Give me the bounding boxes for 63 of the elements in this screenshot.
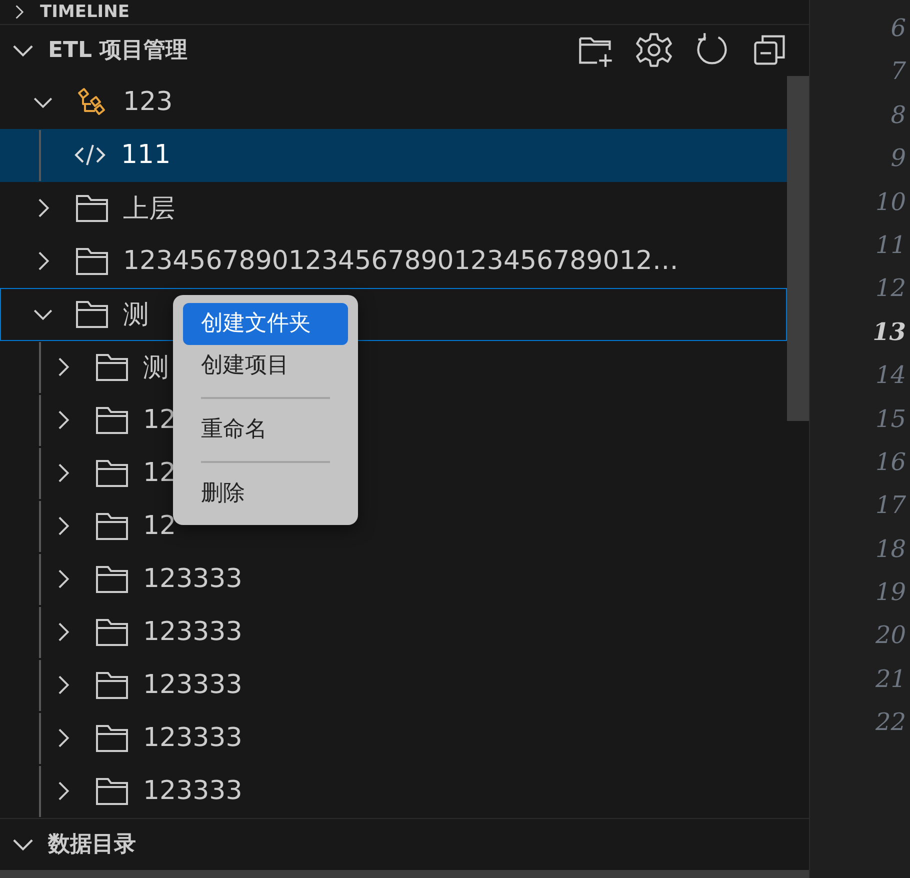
tree-item[interactable]: 123333	[0, 552, 787, 606]
tree-item-label: 12	[143, 458, 176, 488]
menu-item[interactable]: 删除	[183, 473, 348, 515]
tree-item-label: 12	[143, 511, 176, 542]
folder-icon	[75, 299, 109, 330]
section-title: TIMELINE	[40, 2, 130, 22]
line-number: 17	[875, 490, 906, 522]
folder-icon	[95, 405, 129, 436]
tree-item-label: 123	[123, 87, 173, 118]
line-number: 10	[875, 186, 906, 218]
line-number: 22	[875, 707, 906, 738]
folder-icon	[95, 776, 129, 806]
line-number: 21	[875, 664, 906, 695]
tree-item-label: 12345678901234567890123456789012…	[123, 246, 678, 276]
tree-item-label: 123333	[143, 617, 242, 648]
tree-item[interactable]: 123333	[0, 712, 787, 765]
line-number: 12	[875, 273, 906, 304]
tree-item[interactable]: 123333	[0, 764, 787, 818]
tree-item-label: 111	[121, 140, 171, 170]
section-header[interactable]: ETL 项目管理	[0, 24, 809, 76]
section-title: ETL 项目管理	[48, 37, 188, 66]
tree-item-label: 上层	[123, 192, 175, 226]
folder-icon	[95, 670, 129, 700]
folder-icon	[75, 193, 109, 224]
menu-item[interactable]: 创建文件夹	[183, 303, 348, 345]
settings-icon[interactable]	[635, 31, 673, 70]
section-header[interactable]: TIMELINE	[0, 0, 809, 24]
folder-icon	[95, 352, 129, 382]
scrollbar[interactable]	[787, 76, 809, 421]
tree-item-label: 测	[143, 352, 169, 385]
menu-item[interactable]: 创建项目	[183, 345, 348, 387]
tree-item-label: 123333	[143, 776, 242, 806]
tree-item[interactable]: 12345678901234567890123456789012…	[0, 234, 787, 288]
tree-item[interactable]: 123333	[0, 658, 787, 712]
tree-item-label: 123333	[143, 670, 242, 700]
folder-icon	[95, 564, 129, 594]
folder-icon	[95, 458, 129, 488]
folder-icon	[95, 723, 129, 754]
line-number: 6	[890, 13, 906, 44]
line-number: 14	[875, 360, 906, 392]
tree-item-label: 测	[123, 298, 149, 332]
tree-item[interactable]: 123	[0, 76, 787, 129]
line-number: 16	[875, 446, 906, 478]
line-number: 18	[875, 534, 906, 565]
line-number: 9	[890, 143, 906, 174]
line-number: 7	[890, 56, 906, 88]
line-number: 20	[875, 620, 906, 652]
tree-item[interactable]: 123333	[0, 606, 787, 659]
tree-item[interactable]: 111	[0, 128, 787, 182]
folder-icon	[75, 246, 109, 276]
line-number: 8	[890, 100, 906, 131]
line-number: 15	[875, 404, 906, 435]
tree-item-label: 12	[143, 405, 176, 436]
line-number: 11	[875, 230, 906, 261]
tree-item-label: 123333	[143, 564, 242, 594]
tree-item-label: 123333	[143, 723, 242, 754]
folder-icon	[95, 617, 129, 648]
line-number: 13	[872, 316, 906, 348]
line-number: 19	[875, 577, 906, 608]
folder-icon	[95, 511, 129, 542]
menu-item[interactable]: 重命名	[183, 409, 348, 451]
section-title: 数据目录	[48, 831, 136, 860]
tree-item[interactable]: 上层	[0, 182, 787, 235]
